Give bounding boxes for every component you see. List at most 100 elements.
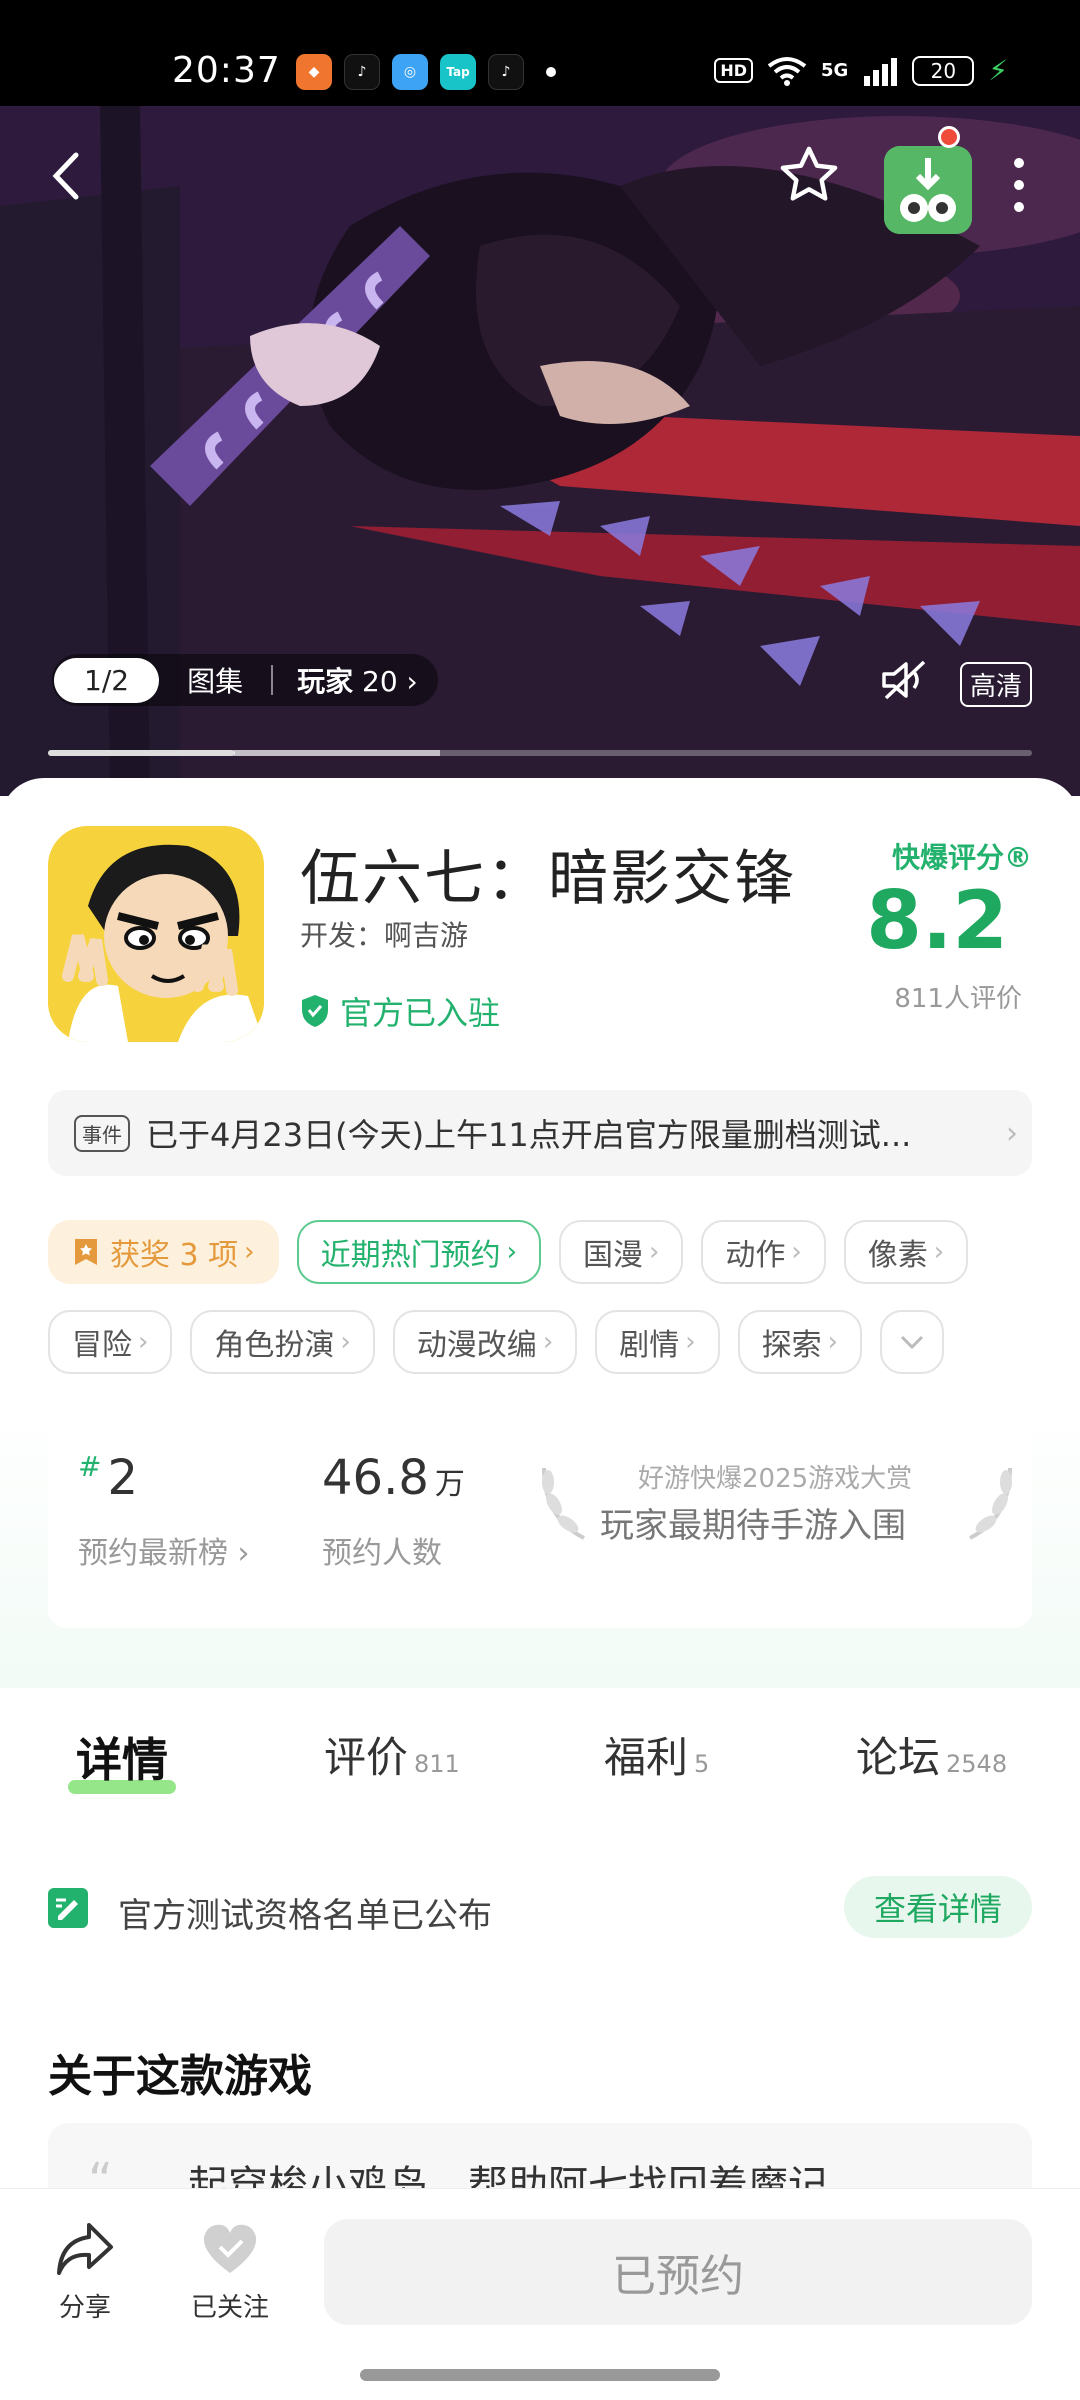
chevron-right-icon: › [340,1327,351,1357]
shield-check-icon [302,995,328,1027]
gallery-pill: 1/2 图集 玩家 20 › [52,654,438,706]
tag-adventure[interactable]: 冒险 › [48,1310,173,1374]
tab-count: 2548 [946,1750,1008,1778]
notice-text: 官方测试资格名单已公布 [118,1896,492,1936]
hero-gallery[interactable]: 1/2 图集 玩家 20 › 高清 [0,106,1080,796]
more-button[interactable] [1004,150,1034,220]
share-button[interactable]: 分享 [50,2221,120,2324]
tag-hot-reserve[interactable]: 近期热门预约 › [296,1220,541,1284]
tab-label: 评价 [324,1733,409,1782]
back-icon [52,152,79,200]
view-details-button[interactable]: 查看详情 [843,1876,1032,1938]
rank-number: 2 [107,1450,139,1506]
browser-icon: ◎ [392,54,428,90]
share-icon [57,2223,113,2275]
star-icon [780,146,838,201]
chevron-right-icon: › [138,1327,149,1357]
back-button[interactable] [40,146,90,206]
expand-tags-button[interactable] [880,1310,945,1374]
tiktok-icon: ♪ [344,54,380,90]
laurel-left-icon [542,1467,585,1540]
mute-button[interactable] [880,658,930,706]
tag-story[interactable]: 剧情 › [595,1310,720,1374]
tag-pixel[interactable]: 像素 › [843,1220,969,1284]
tab-benefits[interactable]: 福利 5 [604,1724,709,1785]
tab-reviews[interactable]: 评价 811 [324,1724,460,1785]
award-subtitle: 好游快爆2025游戏大赏 [638,1464,913,1494]
chevron-right-icon: › [827,1327,839,1357]
award-ribbon-icon [75,1239,97,1265]
signal-icon [864,57,898,86]
tag-label: 剧情 [619,1328,680,1363]
bottom-action-bar: 分享 已关注 已预约 [0,2188,1080,2400]
battery-icon: 20 [912,55,975,86]
tag-label: 探索 [761,1328,822,1363]
mute-icon [882,660,926,700]
more-notifications-dot [546,67,556,77]
developer-link[interactable]: 开发：啊吉游 [300,914,468,954]
tag-row-1: 获奖 3 项 › 近期热门预约 › 国漫 › 动作 › 像素 › [48,1220,1038,1284]
players-count: 20 [362,665,398,698]
follow-button[interactable]: 已关注 [180,2221,280,2324]
reservations-unit: 万 [434,1467,465,1502]
tag-label: 获奖 3 项 [110,1238,239,1273]
rating-score: 8.2 [866,874,1008,967]
progress-buffer [234,750,440,756]
game-logo-image [48,826,264,1042]
heart-check-icon [203,2224,257,2273]
tab-count: 811 [414,1750,460,1778]
quality-button[interactable]: 高清 [959,662,1032,707]
rank-label-text: 预约最新榜 [78,1536,228,1571]
tag-rpg[interactable]: 角色扮演 › [190,1310,375,1374]
rank-label[interactable]: 预约最新榜 › [78,1528,250,1572]
reservations-number: 46.8 [322,1450,429,1506]
tab-label: 详情 [76,1733,168,1787]
hd-icon: HD [714,58,754,83]
favorite-button[interactable] [774,140,844,210]
download-icon [884,146,972,234]
gallery-index: 1/2 [54,657,160,703]
chevron-right-icon: › [685,1327,696,1357]
game-title: 伍六七：暗影交锋 [300,844,796,914]
reservations-value: 46.8 万 [322,1450,465,1506]
rank-value[interactable]: #2 [78,1450,138,1506]
tag-label: 角色扮演 [214,1328,335,1363]
chevron-down-icon [900,1335,924,1349]
tag-anime-adaptation[interactable]: 动漫改编 › [392,1310,578,1374]
download-manager-button[interactable] [884,146,972,234]
chevron-right-icon: › [791,1237,802,1267]
reserved-button[interactable]: 已预约 [324,2219,1032,2325]
tag-guoman[interactable]: 国漫 › [558,1220,684,1284]
rating-count[interactable]: 811人评价 [894,978,1022,1015]
tag-row-2: 冒险 › 角色扮演 › 动漫改编 › 剧情 › 探索 › [48,1310,1038,1374]
event-tag: 事件 [74,1114,130,1152]
players-button[interactable]: 玩家 20 › [273,660,438,700]
detail-tabs: 详情 评价 811 福利 5 论坛 2548 [0,1698,1080,1808]
tab-details[interactable]: 详情 [76,1724,168,1790]
event-banner[interactable]: 事件 已于4月23日(今天)上午11点开启官方限量删档测试... › [48,1090,1032,1176]
tag-label: 像素 [867,1238,928,1273]
event-text: 已于4月23日(今天)上午11点开启官方限量删档测试... [146,1116,912,1154]
tag-awards[interactable]: 获奖 3 项 › [48,1220,279,1284]
tag-label: 国漫 [582,1238,643,1273]
gallery-progress [48,750,1032,756]
tag-action[interactable]: 动作 › [701,1220,826,1284]
share-label: 分享 [58,2293,111,2323]
notification-dot [938,126,960,148]
notice-row: 官方测试资格名单已公布 查看详情 [48,1876,1032,1940]
chevron-right-icon: › [506,1237,517,1267]
battery-level: 20 [930,58,957,83]
tag-explore[interactable]: 探索 › [737,1310,863,1374]
rank-hash: # [78,1450,102,1483]
wifi-icon [767,56,807,86]
gallery-button[interactable]: 图集 [161,660,271,700]
game-app-icon [48,826,264,1042]
tag-label: 冒险 [72,1328,132,1363]
about-heading: 关于这款游戏 [48,2051,312,2102]
charging-icon: ⚡ [988,54,1008,87]
award-title[interactable]: 玩家最期待手游入围 [600,1498,906,1547]
home-indicator[interactable] [360,2369,720,2381]
tab-forum[interactable]: 论坛 2548 [856,1724,1007,1785]
more-icon [1014,158,1024,212]
progress-seen [48,750,235,756]
